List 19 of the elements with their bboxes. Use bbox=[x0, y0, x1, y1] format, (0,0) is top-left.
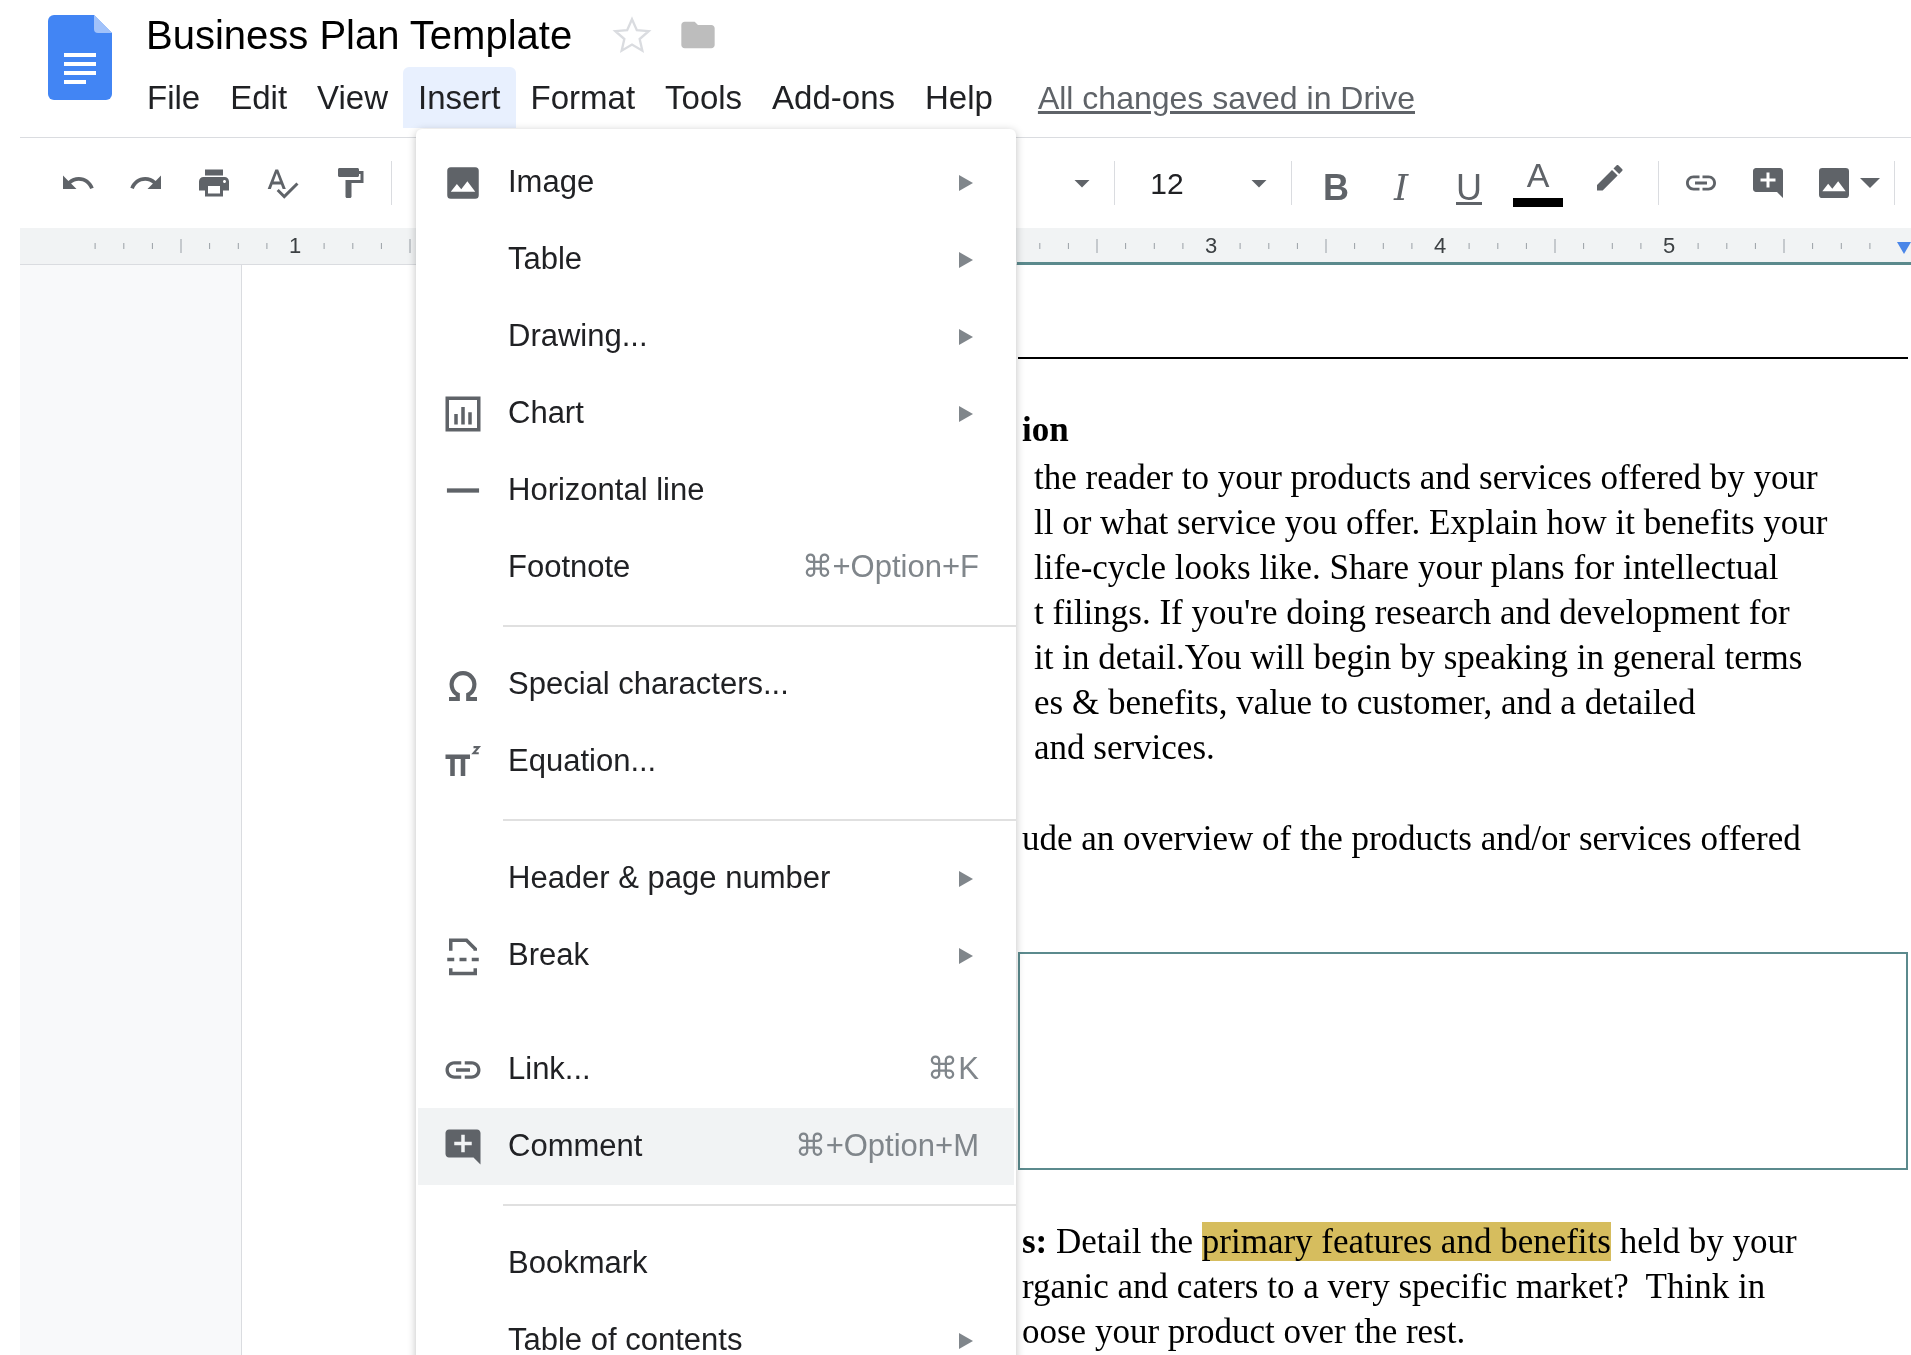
body-text-line: ll or what service you offer. Explain how it benefits your bbox=[1033, 502, 1828, 544]
shortcut-text: ⌘+Option+M bbox=[794, 1127, 979, 1166]
ruler-number: 1 bbox=[288, 233, 302, 259]
body-text-line: es & benefits, value to customer, and a detailed bbox=[1033, 682, 1696, 724]
body-text-line: the reader to your products and services offered by your bbox=[1033, 457, 1818, 499]
body-text-line: and services. bbox=[1033, 727, 1215, 769]
ruler-number: 4 bbox=[1433, 233, 1447, 259]
overview-text-line: ude an overview of the products and/or services offered bbox=[1021, 818, 1801, 860]
shortcut-text: ⌘+Option+F bbox=[801, 548, 979, 587]
body-text-line: t filings. If you're doing research and development for bbox=[1033, 592, 1790, 634]
body-text-line: it in detail.You will begin by speaking in general terms bbox=[1033, 637, 1803, 679]
body-text-line: oose your product over the rest. bbox=[1021, 1311, 1466, 1353]
body-text-line: life-cycle looks like. Share your plans for intellectual bbox=[1033, 547, 1779, 589]
body-text-line: s: Detail the primary features and benefits held by your bbox=[1021, 1221, 1797, 1263]
shortcut-text: ⌘K bbox=[927, 1050, 979, 1089]
ruler-number: 3 bbox=[1204, 233, 1218, 259]
ruler-number: 5 bbox=[1662, 233, 1676, 259]
section-heading: ion bbox=[1021, 409, 1069, 451]
body-text-line: rganic and caters to a very specific market? Think in bbox=[1021, 1266, 1766, 1308]
